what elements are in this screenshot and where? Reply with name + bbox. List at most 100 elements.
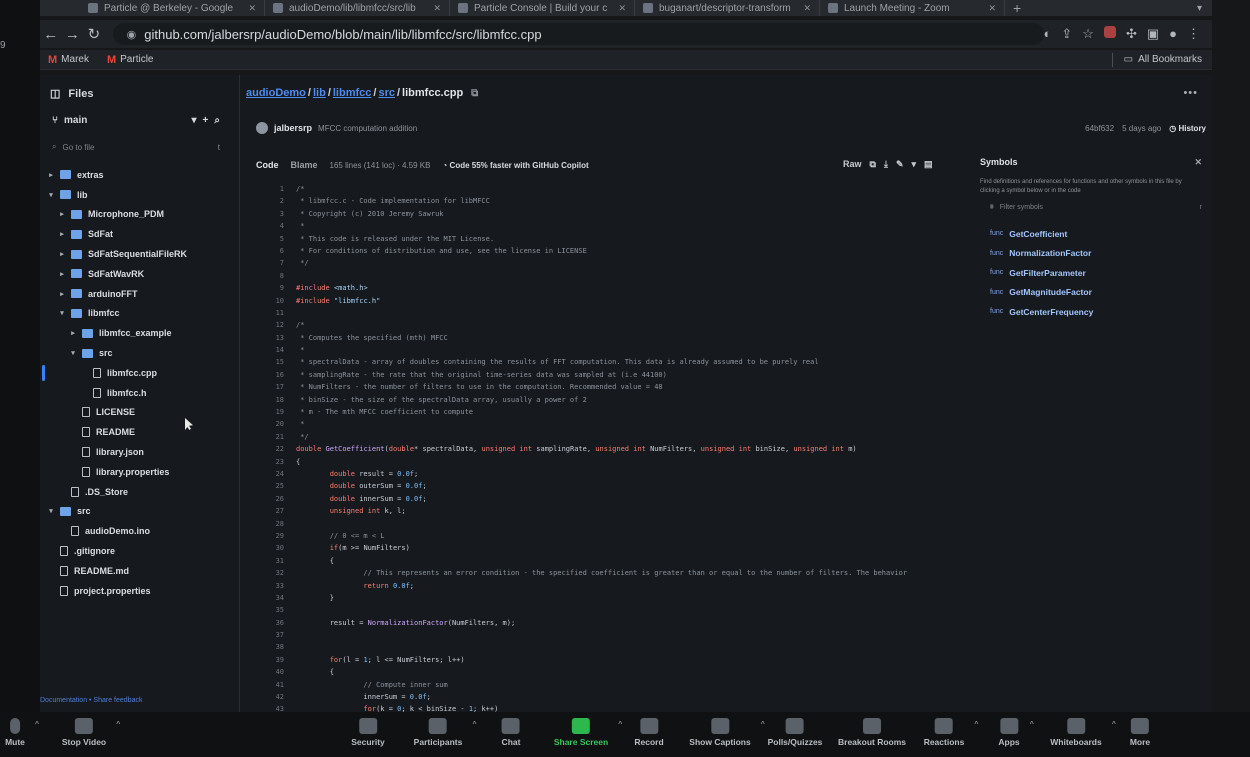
line-number[interactable]: 19	[256, 408, 296, 420]
tab-code[interactable]: Code	[256, 160, 279, 170]
reload-icon[interactable]: ↻	[83, 25, 105, 43]
browser-tab[interactable]: buganart/descriptor-transform ✕	[635, 0, 820, 16]
line-number[interactable]: 13	[256, 334, 296, 346]
download-icon[interactable]: ⤓	[884, 159, 888, 170]
tree-file[interactable]: libmfcc.cpp	[42, 363, 236, 383]
symbol-item[interactable]: func GetCoefficient	[990, 224, 1202, 244]
forward-icon[interactable]: →	[62, 26, 84, 43]
line-number[interactable]: 4	[256, 222, 296, 234]
line-number[interactable]: 12	[256, 321, 296, 333]
bookmark-marek[interactable]: M Marek	[48, 54, 89, 66]
commit-hash[interactable]: 64bf632	[1085, 124, 1114, 133]
line-number[interactable]: 1	[256, 185, 296, 197]
chat-button[interactable]: Chat	[502, 718, 520, 747]
symbol-item[interactable]: func NormalizationFactor	[990, 244, 1202, 264]
browser-tab[interactable]: Particle @ Berkeley - Google ✕	[80, 0, 265, 16]
line-number[interactable]: 14	[256, 346, 296, 358]
tree-file[interactable]: library.json	[46, 442, 236, 462]
line-number[interactable]: 41	[256, 681, 296, 693]
line-number[interactable]: 6	[256, 247, 296, 259]
breadcrumb-src[interactable]: src	[378, 87, 395, 99]
tree-file[interactable]: LICENSE	[46, 403, 236, 423]
line-number[interactable]: 15	[256, 358, 296, 370]
line-number[interactable]: 25	[256, 482, 296, 494]
line-number[interactable]: 40	[256, 668, 296, 680]
line-number[interactable]: 16	[256, 371, 296, 383]
line-number[interactable]: 32	[256, 569, 296, 581]
tree-file[interactable]: audioDemo.ino	[46, 521, 236, 541]
line-number[interactable]: 2	[256, 197, 296, 209]
mute-button[interactable]: Mute ^	[5, 718, 39, 747]
line-number[interactable]: 9	[256, 284, 296, 296]
close-icon[interactable]: ✕	[618, 3, 626, 14]
tree-folder[interactable]: ▸ extras	[46, 165, 236, 185]
security-button[interactable]: Security	[351, 718, 385, 747]
line-number[interactable]: 18	[256, 396, 296, 408]
chevron-up-icon[interactable]: ^	[116, 720, 120, 729]
breadcrumb-repo[interactable]: audioDemo	[246, 87, 306, 99]
line-number[interactable]: 29	[256, 532, 296, 544]
line-number[interactable]: 22	[256, 445, 296, 457]
chevron-up-icon[interactable]: ^	[35, 720, 39, 729]
browser-tab[interactable]: Particle Console | Build your c ✕	[450, 0, 635, 16]
breadcrumb-lib[interactable]: lib	[313, 87, 326, 99]
line-number[interactable]: 30	[256, 544, 296, 556]
tree-folder[interactable]: ▸ SdFatSequentialFileRK	[46, 244, 236, 264]
symbol-item[interactable]: func GetMagnitudeFactor	[990, 283, 1202, 303]
close-icon[interactable]: ✕	[803, 3, 811, 14]
participants-button[interactable]: Participants ^	[414, 718, 476, 747]
tab-blame[interactable]: Blame	[291, 160, 318, 170]
line-number[interactable]: 17	[256, 383, 296, 395]
commit-message[interactable]: MFCC computation addition	[318, 124, 417, 133]
files-footer[interactable]: Documentation • Share feedback	[40, 697, 142, 704]
browser-tab[interactable]: Launch Meeting - Zoom ✕	[820, 0, 1005, 16]
tree-file[interactable]: README	[46, 422, 236, 442]
profile-icon[interactable]: ●	[1169, 26, 1177, 42]
copy-path-icon[interactable]: ⧉	[471, 88, 478, 99]
all-bookmarks-button[interactable]: ▭ All Bookmarks	[1111, 52, 1212, 67]
chevron-up-icon[interactable]: ^	[761, 720, 765, 729]
chevron-up-icon[interactable]: ^	[1112, 720, 1116, 729]
tree-folder[interactable]: ▸ SdFat	[46, 224, 236, 244]
line-number[interactable]: 34	[256, 594, 296, 606]
line-number[interactable]: 3	[256, 210, 296, 222]
line-number[interactable]: 37	[256, 631, 296, 643]
tree-folder[interactable]: ▾ src	[46, 502, 236, 522]
line-number[interactable]: 27	[256, 507, 296, 519]
chevron-up-icon[interactable]: ^	[473, 720, 477, 729]
line-number[interactable]: 39	[256, 656, 296, 668]
chevron-down-icon[interactable]: ▾	[1197, 3, 1202, 14]
tree-folder[interactable]: ▾ libmfcc	[46, 304, 236, 324]
tree-folder[interactable]: ▸ Microphone_PDM	[46, 205, 236, 225]
line-number[interactable]: 11	[256, 309, 296, 321]
back-icon[interactable]: ←	[40, 26, 62, 43]
whiteboards-button[interactable]: Whiteboards ^	[1050, 718, 1116, 747]
commit-author[interactable]: jalbersrp	[274, 123, 312, 133]
address-bar[interactable]: ◉ github.com/jalbersrp/audioDemo/blob/ma…	[112, 23, 1044, 45]
line-number[interactable]: 8	[256, 272, 296, 284]
tree-file[interactable]: project.properties	[46, 581, 236, 601]
close-icon[interactable]: ✕	[433, 3, 441, 14]
site-info-icon[interactable]: ◉	[127, 28, 137, 41]
line-number[interactable]: 7	[256, 259, 296, 271]
close-icon[interactable]: ✕	[248, 3, 256, 14]
bookmark-particle[interactable]: M Particle	[107, 54, 154, 66]
tree-folder[interactable]: ▾ src	[46, 343, 236, 363]
google-lens-icon[interactable]: ◐	[1044, 26, 1052, 42]
line-number[interactable]: 21	[256, 433, 296, 445]
puzzle-icon[interactable]: ✣	[1126, 26, 1137, 42]
polls-quizzes-button[interactable]: Polls/Quizzes	[768, 718, 822, 747]
copilot-promo[interactable]: ◔ Code 55% faster with GitHub Copilot	[442, 161, 588, 170]
copy-icon[interactable]: ⧉	[870, 159, 876, 170]
chevron-up-icon[interactable]: ^	[618, 720, 622, 729]
go-to-file-input[interactable]: ⌕ Go to file t	[52, 139, 220, 155]
filter-symbols-input[interactable]: ⩩ Filter symbols r	[980, 204, 1202, 212]
chevron-up-icon[interactable]: ^	[1030, 720, 1034, 729]
line-number[interactable]: 33	[256, 582, 296, 594]
sidebar-toggle-icon[interactable]: ◫	[50, 87, 60, 100]
line-number[interactable]: 26	[256, 495, 296, 507]
reactions-button[interactable]: Reactions ^	[924, 718, 978, 747]
tree-file[interactable]: .gitignore	[46, 541, 236, 561]
browser-tab[interactable]: audioDemo/lib/libmfcc/src/lib ✕	[265, 0, 450, 16]
more-button[interactable]: More	[1130, 718, 1150, 747]
